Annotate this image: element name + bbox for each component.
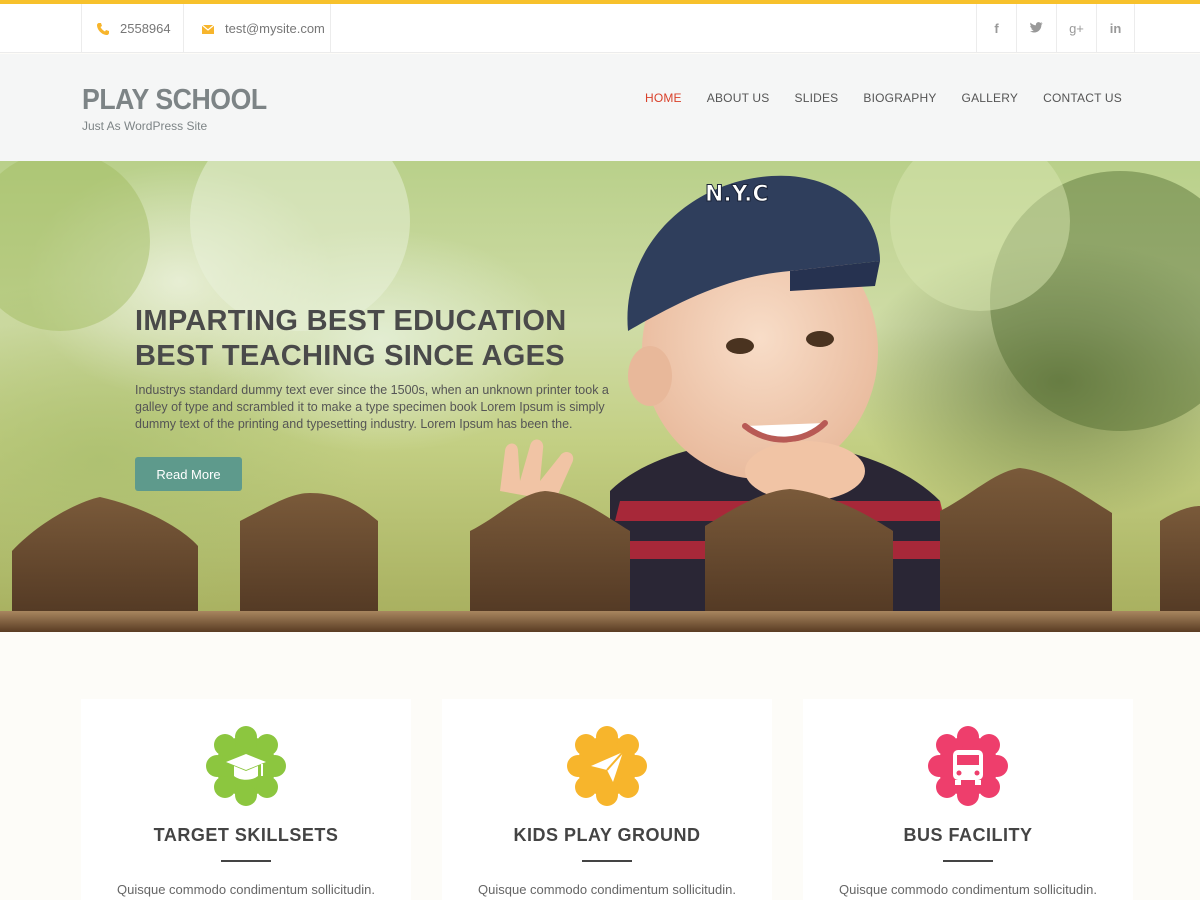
feature-title: BUS FACILITY xyxy=(903,825,1033,845)
feature-text: Quisque commodo condimentum sollicitudin… xyxy=(839,882,1097,897)
feature-card-kids-play-ground: KIDS PLAY GROUND Quisque commodo condime… xyxy=(442,699,772,900)
phone-icon xyxy=(96,22,110,36)
feature-text: Quisque commodo condimentum sollicitudin… xyxy=(117,882,375,897)
paper-plane-icon xyxy=(567,726,647,806)
title-divider xyxy=(943,860,993,862)
main-nav: HOME ABOUT US SLIDES BIOGRAPHY GALLERY C… xyxy=(620,91,1122,105)
facebook-icon: f xyxy=(994,21,999,36)
graduation-cap-icon xyxy=(206,726,286,806)
google-plus-link[interactable]: g+ xyxy=(1056,4,1096,53)
twitter-link[interactable] xyxy=(1016,4,1056,53)
nav-slides[interactable]: SLIDES xyxy=(795,91,839,105)
title-divider xyxy=(221,860,271,862)
envelope-icon xyxy=(201,22,215,36)
phone-contact[interactable]: 2558964 xyxy=(81,4,183,53)
feature-title: TARGET SKILLSETS xyxy=(153,825,339,845)
nav-home[interactable]: HOME xyxy=(645,91,682,105)
bus-icon xyxy=(928,726,1008,806)
feature-title: KIDS PLAY GROUND xyxy=(513,825,701,845)
site-tagline: Just As WordPress Site xyxy=(82,119,208,133)
phone-number: 2558964 xyxy=(120,21,171,36)
hero-title: IMPARTING BEST EDUCATION BEST TEACHING S… xyxy=(135,304,566,374)
facebook-link[interactable]: f xyxy=(976,4,1016,53)
linkedin-link[interactable]: in xyxy=(1096,4,1135,53)
nav-gallery[interactable]: GALLERY xyxy=(962,91,1019,105)
hero-title-line-2: BEST TEACHING SINCE AGES xyxy=(135,340,565,372)
twitter-icon xyxy=(1030,21,1043,36)
read-more-button[interactable]: Read More xyxy=(135,457,242,491)
feature-card-bus-facility: BUS FACILITY Quisque commodo condimentum… xyxy=(803,699,1133,900)
nav-about-us[interactable]: ABOUT US xyxy=(707,91,770,105)
site-title[interactable]: PLAY SCHOOL xyxy=(82,84,267,117)
cap-text: N.Y.C xyxy=(705,182,769,207)
hero-description: Industrys standard dummy text ever since… xyxy=(135,383,609,431)
linkedin-icon: in xyxy=(1109,21,1122,36)
email-address: test@mysite.com xyxy=(225,21,325,36)
title-divider xyxy=(582,860,632,862)
google-plus-icon: g+ xyxy=(1069,21,1084,36)
hero-slider: N.Y.C IMPARTING BEST EDUCATION BEST TEAC… xyxy=(0,161,1200,632)
feature-card-target-skillsets: TARGET SKILLSETS Quisque commodo condime… xyxy=(81,699,411,900)
nav-contact-us[interactable]: CONTACT US xyxy=(1043,91,1122,105)
nav-biography[interactable]: BIOGRAPHY xyxy=(863,91,936,105)
top-bar: 2558964 test@mysite.com f g+ in xyxy=(0,4,1200,53)
hero-title-line-1: IMPARTING BEST EDUCATION xyxy=(135,305,567,337)
site-header: PLAY SCHOOL Just As WordPress Site HOME … xyxy=(0,54,1200,161)
email-contact[interactable]: test@mysite.com xyxy=(183,4,331,53)
feature-text: Quisque commodo condimentum sollicitudin… xyxy=(478,882,736,897)
